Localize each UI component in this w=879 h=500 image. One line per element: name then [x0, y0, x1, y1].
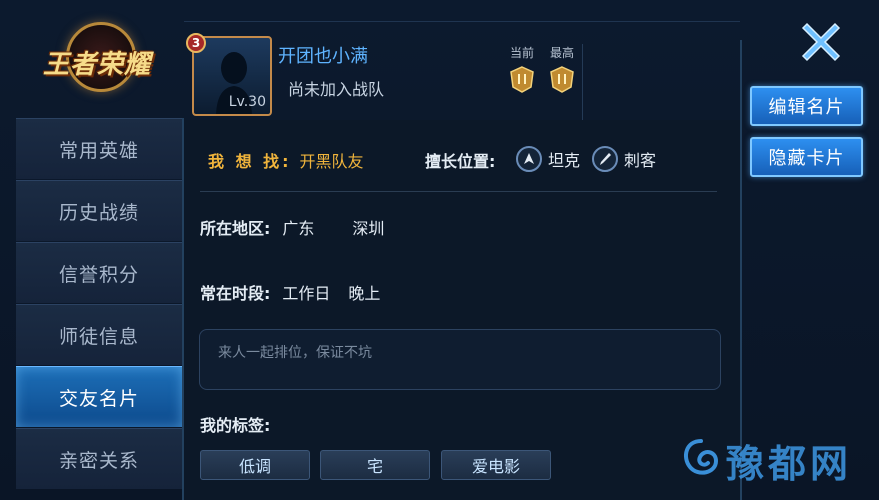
top-decoration — [184, 0, 740, 22]
team-status: 尚未加入战队 — [288, 80, 385, 99]
tag-item[interactable]: 爱电影 — [441, 450, 551, 480]
best-rank-label: 最高 — [549, 46, 574, 60]
motto-box: 来人一起排位，保证不坑 — [199, 329, 721, 390]
logo-text: 王者荣耀 — [42, 49, 151, 80]
hide-card-button[interactable]: 隐藏卡片 — [750, 137, 863, 177]
header-divider — [582, 44, 583, 120]
region-city: 深圳 — [352, 219, 385, 238]
sidebar-item-credit-score[interactable]: 信誉积分 — [16, 242, 182, 303]
active-time-row: 常在时段: 工作日 晚上 — [200, 280, 418, 304]
looking-for-label: 我 想 找: — [208, 152, 292, 171]
close-icon — [801, 22, 841, 62]
region-label: 所在地区: — [200, 219, 271, 238]
edit-card-button[interactable]: 编辑名片 — [750, 86, 863, 126]
current-rank-label: 当前 — [509, 46, 534, 60]
looking-for-row: 我 想 找: 开黑队友 — [208, 148, 364, 172]
game-logo: 王者荣耀 — [14, 12, 180, 112]
sidebar: 常用英雄 历史战绩 信誉积分 师徒信息 交友名片 亲密关系 — [16, 118, 182, 500]
rank-display: 当前 最高 — [504, 44, 584, 114]
tag-item[interactable]: 低调 — [200, 450, 310, 480]
position-tank: 坦克 — [516, 146, 580, 172]
region-province: 广东 — [282, 219, 315, 238]
sidebar-item-intimacy[interactable]: 亲密关系 — [16, 428, 182, 489]
player-name: 开团也小满 — [278, 46, 368, 67]
sidebar-item-common-heroes[interactable]: 常用英雄 — [16, 118, 182, 179]
level-badge: 3 — [186, 33, 206, 53]
rank-shield-icon — [550, 66, 574, 93]
looking-for-value: 开黑队友 — [299, 152, 364, 171]
profile-header: 3 Lv.30 开团也小满 尚未加入战队 当前 最高 — [184, 30, 584, 122]
region-row: 所在地区: 广东 深圳 — [200, 215, 422, 239]
sidebar-item-social-card[interactable]: 交友名片 — [16, 366, 182, 427]
tank-icon — [516, 146, 542, 172]
watermark: 豫都网 — [676, 430, 876, 490]
tags-label: 我的标签: — [200, 416, 271, 435]
content-divider — [200, 191, 717, 192]
active-time-label: 常在时段: — [200, 284, 271, 303]
current-rank: 当前 — [504, 44, 540, 97]
watermark-text: 豫都网 — [726, 440, 853, 486]
card-panel — [184, 120, 740, 500]
sidebar-item-match-history[interactable]: 历史战绩 — [16, 180, 182, 241]
close-button[interactable] — [786, 12, 856, 72]
position-tank-label: 坦克 — [548, 151, 581, 170]
avatar-level: Lv.30 — [228, 94, 266, 110]
rank-shield-icon — [510, 66, 534, 93]
active-time-days: 工作日 — [282, 284, 331, 303]
best-rank: 最高 — [544, 44, 580, 97]
position-label: 擅长位置: — [425, 152, 496, 171]
sidebar-item-mentorship[interactable]: 师徒信息 — [16, 304, 182, 365]
swirl-logo-icon — [684, 439, 719, 475]
active-time-period: 晚上 — [348, 284, 381, 303]
tag-item[interactable]: 宅 — [320, 450, 430, 480]
position-assassin-label: 刺客 — [624, 151, 657, 170]
assassin-icon — [592, 146, 618, 172]
position-assassin: 刺客 — [592, 146, 656, 172]
